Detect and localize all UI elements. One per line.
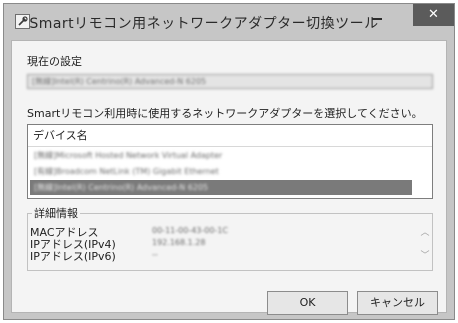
- mac-address-value: 00-11-00-43-00-1C: [152, 226, 229, 235]
- ok-button[interactable]: OK: [267, 291, 348, 315]
- minimize-button[interactable]: [364, 4, 390, 28]
- device-list[interactable]: デバイス名 [無線]Microsoft Hosted Network Virtu…: [27, 124, 433, 199]
- close-button[interactable]: ✕: [413, 4, 454, 26]
- ipv4-address-value: 192.168.1.28: [152, 238, 206, 247]
- cancel-button[interactable]: キャンセル: [357, 291, 438, 315]
- current-setting-label: 現在の設定: [27, 55, 82, 68]
- ipv6-address-label: IPアドレス(IPv6): [30, 250, 116, 263]
- title-bar[interactable]: Smartリモコン用ネットワークアダプター切換ツール ✕: [4, 4, 454, 40]
- details-legend: 詳細情報: [32, 205, 80, 221]
- scroll-down-icon[interactable]: ﹀: [419, 251, 431, 261]
- device-name: [無線]Intel(R) Centrino(R) Advanced-N 6205: [34, 183, 209, 192]
- column-header-device-name[interactable]: デバイス名: [28, 125, 432, 147]
- list-item-selected[interactable]: [無線]Intel(R) Centrino(R) Advanced-N 6205: [30, 180, 412, 195]
- dialog-body: 現在の設定 [無線]Intel(R) Centrino(R) Advanced-…: [11, 40, 447, 315]
- list-item[interactable]: [無線]Microsoft Hosted Network Virtual Ada…: [30, 148, 412, 163]
- ipv6-address-value: --: [152, 250, 158, 259]
- list-item[interactable]: [有線]Broadcom NetLink (TM) Gigabit Ethern…: [30, 164, 412, 179]
- instruction-text: Smartリモコン利用時に使用するネットワークアダプターを選択してください。: [27, 107, 423, 120]
- window-title: Smartリモコン用ネットワークアダプター切換ツール: [29, 16, 379, 32]
- current-setting-field: [無線]Intel(R) Centrino(R) Advanced-N 6205: [27, 74, 433, 89]
- device-name: [無線]Microsoft Hosted Network Virtual Ada…: [34, 151, 223, 160]
- device-name: [有線]Broadcom NetLink (TM) Gigabit Ethern…: [34, 167, 219, 176]
- scroll-up-icon[interactable]: ︿: [419, 228, 431, 238]
- dialog-window: Smartリモコン用ネットワークアダプター切換ツール ✕ 現在の設定 [無線]I…: [3, 3, 455, 320]
